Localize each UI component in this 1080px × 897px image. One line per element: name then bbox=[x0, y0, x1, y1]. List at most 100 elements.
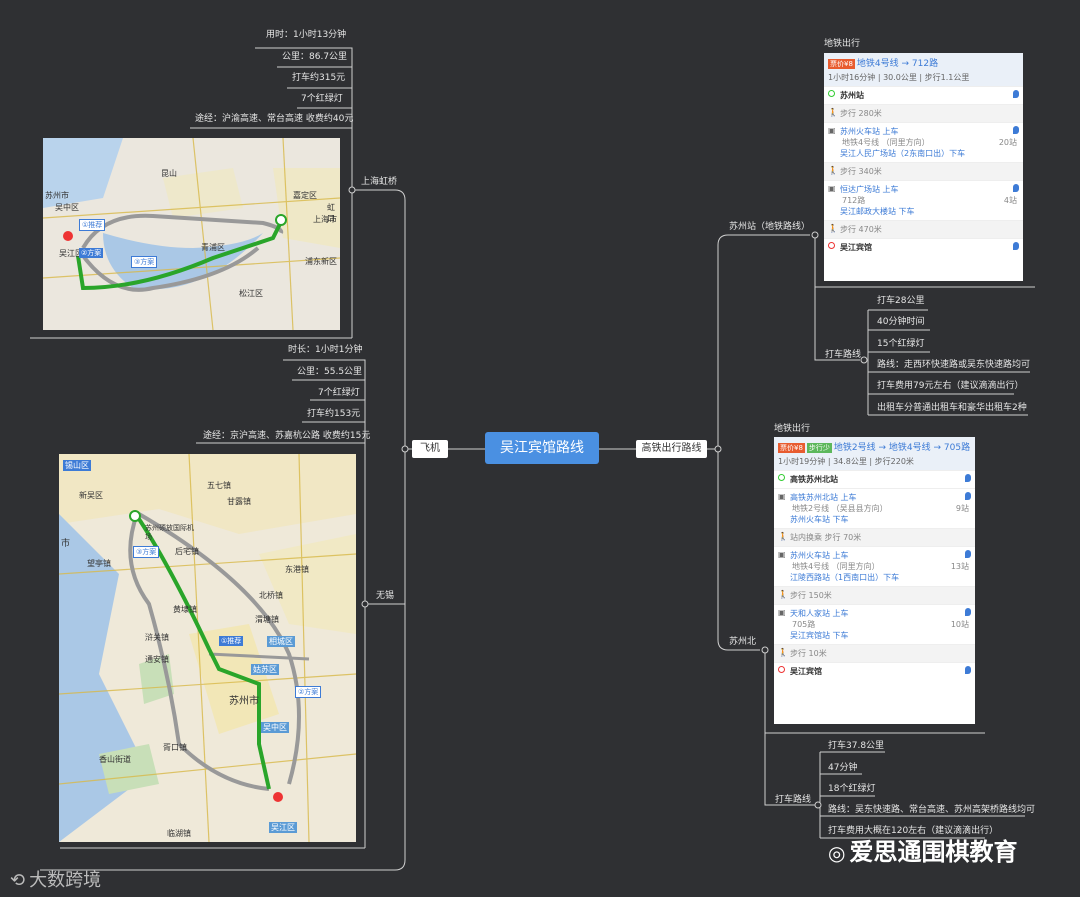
step-end: 吴江宾馆 bbox=[824, 238, 1023, 256]
map-label: 苏州市 bbox=[229, 696, 259, 707]
location-pin-icon[interactable] bbox=[1013, 90, 1019, 98]
suzhou-north-label[interactable]: 苏州北 bbox=[729, 636, 756, 648]
map-label: 东港镇 bbox=[285, 565, 309, 574]
step-start: 苏州站 bbox=[824, 86, 1023, 104]
step-walk: 🚶 步行 280米 bbox=[824, 104, 1023, 122]
route-badge-3[interactable]: ③方案 bbox=[133, 546, 160, 558]
walk-icon: 🚶 bbox=[778, 648, 788, 657]
start-dot-icon bbox=[778, 474, 785, 481]
suzhou-north-transit-card: 票价¥8 步行少 地铁2号线 → 地铁4号线 → 705路 1小时19分钟 | 34… bbox=[774, 437, 975, 724]
less-walk-tag: 步行少 bbox=[806, 443, 832, 453]
step-bus: ▣ 天和人家站 上车 705路 10站 吴江宾馆站 下车 bbox=[774, 604, 975, 644]
map-label: 松江区 bbox=[239, 289, 263, 298]
wuxi-item: 途经：京沪高速、苏嘉杭公路 收费约15元 bbox=[203, 431, 371, 441]
location-pin-icon[interactable] bbox=[1013, 184, 1019, 192]
bus-icon: ▣ bbox=[828, 126, 836, 135]
taxi-item: 出租车分普通出租车和豪华出租车2种 bbox=[877, 403, 1027, 413]
suzhou-station-transit-card: 票价¥8 地铁4号线 → 712路 1小时16分钟 | 30.0公里 | 步行1.… bbox=[824, 53, 1023, 281]
map-label: 浦东新区 bbox=[305, 257, 337, 266]
map-label: 甘露镇 bbox=[227, 497, 251, 506]
map-label: 苏州市 bbox=[45, 191, 69, 200]
wuxi-route-map: 锡山区 新吴区 五七镇 甘露镇 苏州硕放国际机场 后宅镇 望亭镇 东港镇 北桥镇… bbox=[59, 454, 356, 842]
hongqiao-label[interactable]: 上海虹桥 bbox=[361, 176, 397, 188]
map-label: 后宅镇 bbox=[175, 547, 199, 556]
suzhou-station-taxi-label[interactable]: 打车路线 bbox=[825, 349, 861, 361]
location-pin-icon[interactable] bbox=[1013, 126, 1019, 134]
location-pin-icon[interactable] bbox=[965, 608, 971, 616]
walk-icon: 🚶 bbox=[778, 532, 788, 541]
map-label: 望亭镇 bbox=[87, 559, 111, 568]
map-label: 昆山 bbox=[161, 169, 177, 178]
location-pin-icon[interactable] bbox=[965, 666, 971, 674]
route-summary[interactable]: 地铁2号线 → 地铁4号线 → 705路 bbox=[834, 443, 970, 453]
suzhou-north-taxi-label[interactable]: 打车路线 bbox=[775, 794, 811, 806]
map-label: 临湖镇 bbox=[167, 829, 191, 838]
card-header: 票价¥8 步行少 地铁2号线 → 地铁4号线 → 705路 1小时19分钟 | 34… bbox=[774, 437, 975, 470]
map-label: 相城区 bbox=[267, 636, 295, 647]
map-label: 浒关镇 bbox=[145, 633, 169, 642]
wuxi-item: 公里：55.5公里 bbox=[297, 367, 363, 377]
step-bus: ▣ 恒达广场站 上车 712路 4站 吴江邮政大楼站 下车 bbox=[824, 180, 1023, 220]
map-label: 通安镇 bbox=[145, 655, 169, 664]
taxi-item: 打车37.8公里 bbox=[828, 741, 885, 751]
taxi-item: 打车28公里 bbox=[877, 296, 925, 306]
step-walk: 🚶 步行 10米 bbox=[774, 644, 975, 662]
step-metro: ▣ 苏州火车站 上车 地铁4号线 （同里方向） 13站 江陵西路站（1西南口出）下… bbox=[774, 546, 975, 586]
location-pin-icon[interactable] bbox=[965, 492, 971, 500]
location-pin-icon[interactable] bbox=[965, 550, 971, 558]
map-label: 姑苏区 bbox=[251, 664, 279, 675]
step-walk: 🚶 步行 150米 bbox=[774, 586, 975, 604]
end-dot-icon bbox=[778, 666, 785, 673]
wechat-watermark: ◎ 爱思通围棋教育 bbox=[828, 838, 1018, 866]
route-badge-recommended[interactable]: ①推荐 bbox=[219, 636, 244, 646]
wuxi-label[interactable]: 无锡 bbox=[376, 590, 394, 602]
step-end: 吴江宾馆 bbox=[774, 662, 975, 680]
wuxi-map-graphic bbox=[59, 454, 356, 842]
step-metro: ▣ 苏州火车站 上车 地铁4号线 （同里方向） 20站 吴江人民广场站（2东南口出… bbox=[824, 122, 1023, 162]
hongqiao-route-map: 苏州市 吴中区 吴江区 嘉定区 青浦区 上海市 松江区 虹口 浦东新区 昆山 ①… bbox=[43, 138, 340, 330]
map-label: 锡山区 bbox=[63, 460, 91, 471]
map-label: 北桥镇 bbox=[259, 591, 283, 600]
hongqiao-item: 途经：沪渝高速、常台高速 收费约40元 bbox=[195, 114, 354, 124]
hongqiao-map-graphic bbox=[43, 138, 340, 330]
end-dot-icon bbox=[828, 242, 835, 249]
map-label: 苏州硕放国际机场 bbox=[145, 524, 194, 541]
map-label: 香山街道 bbox=[99, 755, 131, 764]
branch-train[interactable]: 高铁出行路线 bbox=[636, 440, 707, 458]
location-pin-icon[interactable] bbox=[1013, 242, 1019, 250]
suzhou-north-card-title: 地铁出行 bbox=[774, 424, 811, 434]
wechat-icon: ◎ bbox=[828, 841, 846, 865]
branch-flight[interactable]: 飞机 bbox=[412, 440, 448, 458]
route-summary[interactable]: 地铁4号线 → 712路 bbox=[857, 59, 938, 69]
wuxi-item: 打车约153元 bbox=[307, 409, 361, 419]
bus-icon: ▣ bbox=[828, 184, 836, 193]
route-badge-recommended[interactable]: ①推荐 bbox=[79, 219, 106, 231]
route-badge-2[interactable]: ②方案 bbox=[79, 248, 104, 258]
taxi-item: 路线：吴东快速路、常台高速、苏州高架桥路线均可 bbox=[828, 805, 1036, 815]
step-walk: 🚶 步行 470米 bbox=[824, 220, 1023, 238]
step-walk: 🚶 站内换乘 步行 70米 bbox=[774, 528, 975, 546]
hongqiao-item: 7个红绿灯 bbox=[301, 94, 343, 104]
map-label: 吴中区 bbox=[261, 722, 289, 733]
map-label: 青浦区 bbox=[201, 243, 225, 252]
route-badge-3[interactable]: ③方案 bbox=[131, 256, 158, 268]
location-pin-icon[interactable] bbox=[965, 474, 971, 482]
map-label: 渭塘镇 bbox=[255, 615, 279, 624]
start-dot-icon bbox=[828, 90, 835, 97]
wuxi-item: 7个红绿灯 bbox=[318, 388, 360, 398]
bus-icon: ▣ bbox=[778, 608, 786, 617]
taxi-item: 路线：走西环快速路或吴东快速路均可 bbox=[877, 360, 1031, 370]
card-header: 票价¥8 地铁4号线 → 712路 1小时16分钟 | 30.0公里 | 步行1.… bbox=[824, 53, 1023, 86]
central-topic[interactable]: 吴江宾馆路线 bbox=[485, 432, 599, 464]
bus-icon: ▣ bbox=[778, 550, 786, 559]
logo-icon: ⟲ bbox=[10, 870, 26, 891]
fare-tag: 票价¥8 bbox=[828, 59, 855, 69]
walk-icon: 🚶 bbox=[778, 590, 788, 599]
route-badge-2[interactable]: ②方案 bbox=[295, 686, 322, 698]
taxi-item: 40分钟时间 bbox=[877, 317, 925, 327]
walk-icon: 🚶 bbox=[828, 108, 838, 117]
step-metro: ▣ 高铁苏州北站 上车 地铁2号线 （吴县县方向） 9站 苏州火车站 下车 bbox=[774, 488, 975, 528]
map-label: 吴中区 bbox=[55, 203, 79, 212]
suzhou-station-label[interactable]: 苏州站（地铁路线） bbox=[729, 221, 810, 233]
wuxi-item: 时长：1小时1分钟 bbox=[288, 345, 363, 355]
